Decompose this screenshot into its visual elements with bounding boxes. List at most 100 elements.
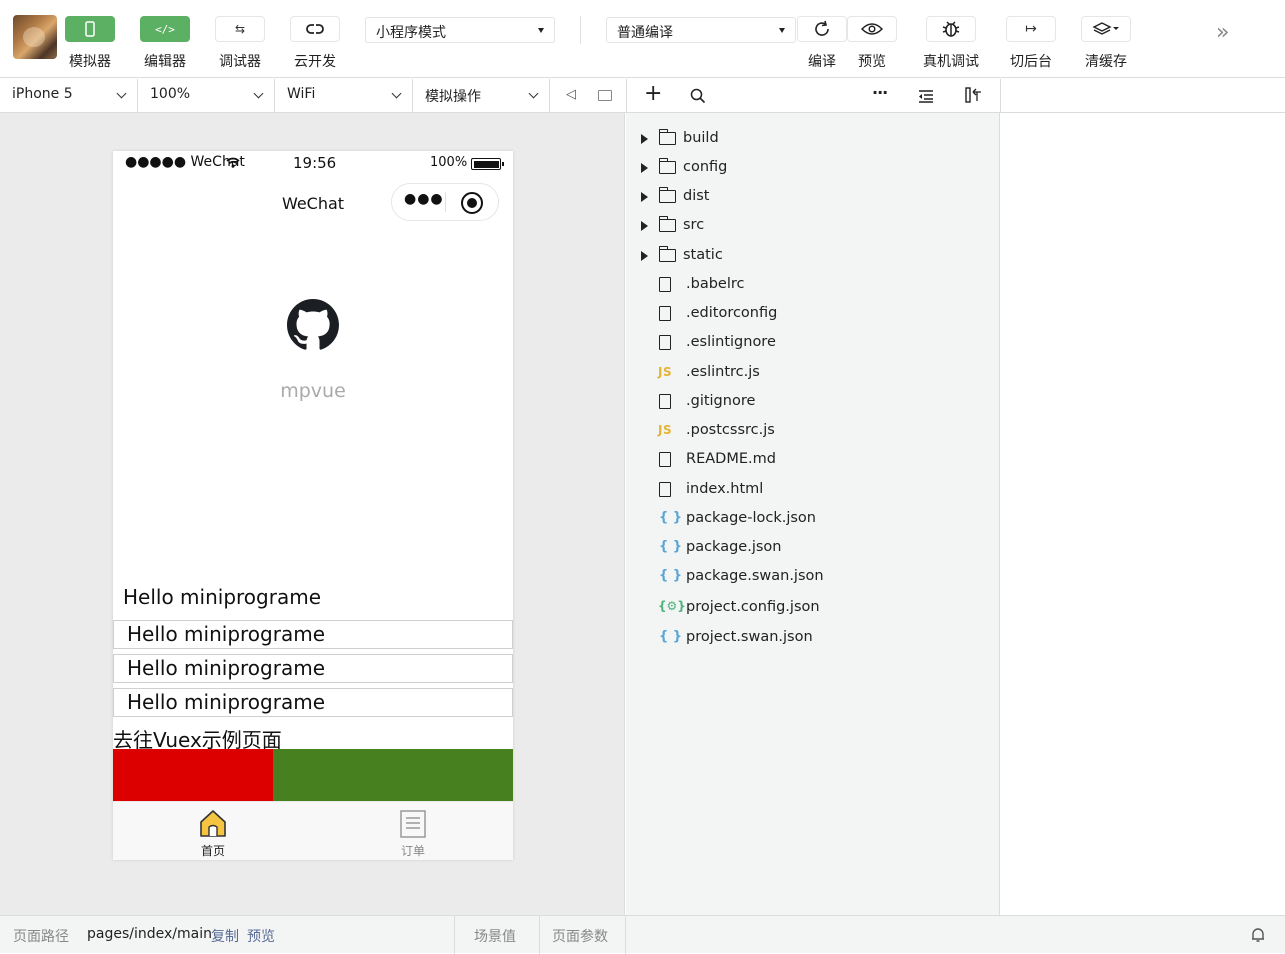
device-select[interactable]: iPhone 5 (0, 79, 138, 112)
folder-config[interactable]: config (626, 154, 1000, 183)
editor-button[interactable]: </> (140, 16, 190, 42)
phone-screen: ●●●●● WeChat 19:56 100% WeChat ●●● mpvue… (113, 151, 513, 860)
refresh-icon (815, 20, 829, 36)
simulator-button[interactable] (65, 16, 115, 42)
file-item[interactable]: {⚙} project.config.json (626, 594, 1000, 623)
file-item[interactable]: JS .postcssrc.js (626, 417, 1000, 446)
clear-cache-label: 清缓存 (1085, 54, 1127, 70)
zoom-select-value: 100% (150, 86, 191, 102)
folder-dist[interactable]: dist (626, 183, 1000, 212)
folder-src[interactable]: src (626, 212, 1000, 241)
preview-link[interactable]: 预览 (247, 926, 275, 946)
file-icon (659, 394, 671, 409)
editor-pane[interactable] (1001, 113, 1285, 915)
outdent-icon[interactable] (918, 89, 934, 103)
caret-right-icon (641, 192, 648, 202)
mode-select[interactable]: 小程序模式 (365, 17, 555, 43)
caret-down-icon (538, 28, 544, 33)
more-icon[interactable]: ··· (872, 83, 888, 102)
more-dots-icon[interactable]: ●●● (404, 191, 444, 207)
user-avatar[interactable] (13, 15, 57, 59)
real-device-debug-button[interactable] (926, 16, 976, 42)
file-item[interactable]: .gitignore (626, 388, 1000, 417)
scene-value-button[interactable]: 场景值 (474, 926, 516, 946)
background-switch-button[interactable]: ↦ (1006, 16, 1056, 42)
hello-input-row[interactable]: Hello miniprograme (113, 620, 513, 649)
file-item[interactable]: { } package-lock.json (626, 505, 1000, 534)
more-chevron-icon[interactable]: » (1216, 20, 1229, 45)
capsule-menu[interactable]: ●●● (391, 183, 499, 221)
chevron-down-icon (528, 88, 539, 99)
file-name: package.swan.json (686, 568, 824, 584)
file-name: .gitignore (686, 393, 756, 409)
caret-right-icon (641, 251, 648, 261)
file-icon (659, 452, 671, 467)
folder-icon (658, 158, 676, 174)
wifi-icon (226, 157, 240, 168)
hello-text: Hello miniprograme (123, 585, 321, 609)
compile-button[interactable] (797, 16, 847, 42)
cloud-dev-button[interactable] (290, 16, 340, 42)
home-icon (200, 810, 226, 837)
file-icon (659, 335, 671, 350)
file-name: .eslintrc.js (686, 364, 760, 380)
page-path-label: 页面路径 (13, 929, 69, 945)
device-select-value: iPhone 5 (12, 86, 73, 102)
add-icon[interactable]: + (644, 81, 662, 107)
page-params-button[interactable]: 页面参数 (552, 926, 608, 946)
config-json-icon: {⚙} (658, 599, 686, 613)
bell-icon[interactable] (1251, 927, 1265, 943)
search-icon[interactable] (690, 88, 706, 104)
window-icon[interactable] (598, 90, 612, 101)
cloud-link-icon (306, 24, 324, 34)
operation-select[interactable]: 模拟操作 (413, 79, 550, 112)
json-icon: { } (659, 629, 683, 644)
hello-input-row[interactable]: Hello miniprograme (113, 688, 513, 717)
debugger-button[interactable]: ⇆ (215, 16, 265, 42)
tab-orders[interactable]: 订单 (313, 802, 513, 860)
compile-select[interactable]: 普通编译 (606, 17, 796, 43)
file-name: package-lock.json (686, 510, 816, 526)
document-icon (400, 810, 426, 838)
file-icon (659, 306, 671, 321)
file-icon (659, 277, 671, 292)
tab-home-label: 首页 (200, 844, 225, 858)
tab-home[interactable]: 首页 (113, 802, 313, 860)
file-name: README.md (686, 451, 776, 467)
compile-select-value: 普通编译 (617, 25, 673, 41)
exit-arrow-icon: ↦ (1025, 21, 1037, 37)
collapse-panel-icon[interactable] (965, 87, 983, 103)
copy-link[interactable]: 复制 (211, 926, 239, 946)
file-name: .babelrc (686, 276, 745, 292)
network-select-value: WiFi (287, 86, 316, 102)
file-item[interactable]: .eslintignore (626, 329, 1000, 358)
file-item[interactable]: JS .eslintrc.js (626, 359, 1000, 388)
hello-input-row[interactable]: Hello miniprograme (113, 654, 513, 683)
folder-build[interactable]: build (626, 125, 1000, 154)
zoom-select[interactable]: 100% (138, 79, 275, 112)
network-select[interactable]: WiFi (275, 79, 413, 112)
folder-icon (658, 187, 676, 203)
folder-icon (658, 246, 676, 262)
volume-icon[interactable]: ◁ (566, 87, 576, 102)
file-item[interactable]: README.md (626, 446, 1000, 475)
close-target-icon[interactable] (461, 192, 483, 214)
phone-statusbar: ●●●●● WeChat 19:56 100% (113, 151, 513, 175)
folder-name: build (683, 130, 719, 146)
phone-tabbar: 首页 订单 (113, 801, 513, 860)
logo-caption: mpvue (280, 380, 346, 402)
file-item[interactable]: .babelrc (626, 271, 1000, 300)
clear-cache-button[interactable] (1081, 16, 1131, 42)
file-item[interactable]: index.html (626, 476, 1000, 505)
file-item[interactable]: { } package.swan.json (626, 563, 1000, 592)
file-item[interactable]: { } package.json (626, 534, 1000, 563)
caret-right-icon (641, 221, 648, 231)
file-item[interactable]: { } project.swan.json (626, 624, 1000, 653)
folder-static[interactable]: static (626, 242, 1000, 271)
file-name: .postcssrc.js (686, 422, 775, 438)
chevron-down-icon (116, 88, 127, 99)
file-item[interactable]: .editorconfig (626, 300, 1000, 329)
editor-label: 编辑器 (144, 54, 186, 70)
preview-button[interactable] (847, 16, 897, 42)
battery-icon (471, 158, 504, 170)
